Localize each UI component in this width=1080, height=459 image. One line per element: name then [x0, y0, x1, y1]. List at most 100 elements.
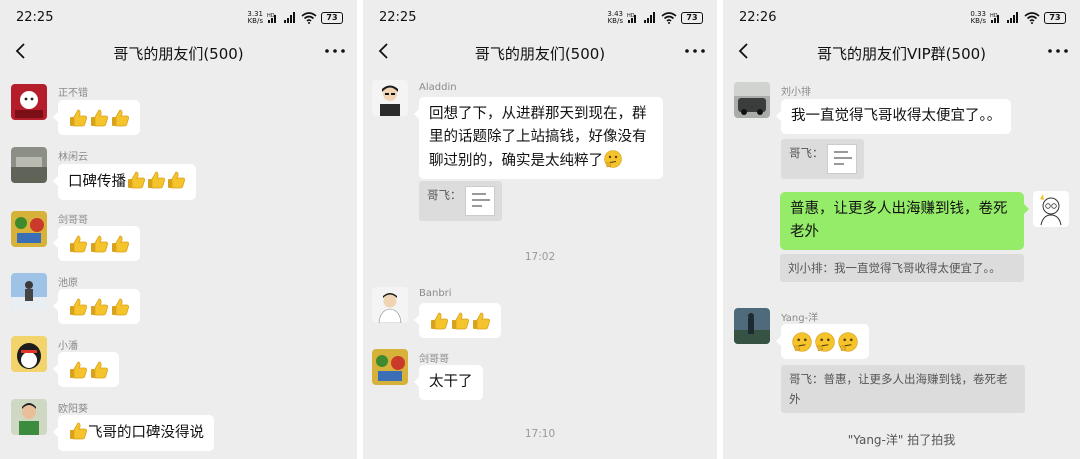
- thumbs-up-emoji-icon: [431, 312, 448, 329]
- chat-screen-2: 22:25 3.43 KB/s HD 73 哥飞的朋友们(500) Aladdin…: [363, 0, 717, 459]
- avatar[interactable]: [372, 349, 408, 385]
- avatar[interactable]: [11, 273, 47, 309]
- message-bubble[interactable]: 我一直觉得飞哥收得太便宜了。。: [775, 99, 1012, 134]
- chat-header: 哥飞的朋友们(500): [363, 34, 717, 72]
- message-text: 太干了: [429, 374, 473, 390]
- thumbs-up-emoji-icon: [112, 298, 129, 315]
- message-text: 普惠，让更多人出海赚到钱，卷死老外: [790, 201, 1008, 240]
- back-arrow-icon[interactable]: [12, 41, 32, 61]
- chat-title: 哥飞的朋友们VIP群(500): [816, 45, 987, 63]
- network-speed: 3.31 KB/s: [247, 10, 263, 25]
- thinking-face-emoji-icon: [815, 331, 835, 352]
- battery-indicator: 73: [321, 12, 343, 24]
- status-time: 22:26: [739, 10, 777, 25]
- signal-icon: HD: [267, 12, 295, 23]
- message-bubble[interactable]: [776, 324, 869, 359]
- quoted-reply[interactable]: 哥飞：普惠，让更多人出海赚到钱，卷死老外: [781, 365, 1025, 413]
- timestamp: 17:10: [524, 428, 556, 440]
- network-speed: 0.33 KB/s: [970, 10, 986, 25]
- message-bubble[interactable]: [53, 100, 140, 135]
- quoted-reply[interactable]: 哥飞：: [781, 139, 864, 179]
- wifi-icon: [301, 12, 317, 24]
- timestamp: 17:02: [524, 251, 556, 263]
- thinking-face-emoji-icon: [792, 331, 812, 352]
- my-avatar[interactable]: [1033, 191, 1069, 227]
- more-dots-icon[interactable]: [683, 41, 707, 61]
- status-bar: 22:26 0.33 KB/s HD 73: [723, 0, 1080, 34]
- sender-name: 正不错: [58, 88, 88, 99]
- message-bubble[interactable]: [53, 352, 119, 387]
- thumbs-up-emoji-icon: [91, 235, 108, 252]
- thumbs-up-emoji-icon: [70, 361, 87, 378]
- thumbs-up-emoji-icon: [168, 171, 185, 189]
- avatar[interactable]: [372, 287, 408, 323]
- thumbs-up-emoji-icon: [148, 171, 165, 189]
- message-text: 我一直觉得飞哥收得太便宜了。。: [791, 108, 1002, 124]
- chat-title: 哥飞的朋友们(500): [113, 45, 244, 63]
- thumbs-up-emoji-icon: [91, 109, 108, 126]
- quoted-image-thumbnail[interactable]: [465, 186, 495, 216]
- thumbs-up-emoji-icon: [70, 235, 87, 252]
- chat-header: 哥飞的朋友们(500): [0, 34, 357, 72]
- thumbs-up-emoji-icon: [112, 109, 129, 126]
- sender-name: 欧阳葵: [58, 404, 88, 415]
- svg-text:HD: HD: [267, 13, 275, 19]
- sender-name: Aladdin: [419, 82, 457, 93]
- chat-title: 哥飞的朋友们(500): [474, 45, 606, 63]
- message-bubble[interactable]: 口碑传播: [53, 164, 196, 200]
- avatar[interactable]: [734, 82, 770, 118]
- back-arrow-icon[interactable]: [735, 41, 755, 61]
- avatar[interactable]: [734, 308, 770, 344]
- sender-name: Yang-洋: [781, 313, 819, 324]
- sender-name: 剑哥哥: [58, 215, 88, 226]
- avatar[interactable]: [11, 211, 47, 247]
- thumbs-up-emoji-icon: [452, 312, 469, 329]
- sender-name: 剑哥哥: [419, 354, 449, 365]
- message-bubble[interactable]: 飞哥的口碑没得说: [53, 415, 214, 451]
- message-text: 飞哥的口碑没得说: [88, 425, 204, 441]
- thumbs-up-emoji-icon: [128, 171, 145, 189]
- wifi-icon: [661, 12, 677, 24]
- chat-header: 哥飞的朋友们VIP群(500): [723, 34, 1080, 72]
- status-bar: 22:25 3.43 KB/s HD 73: [363, 0, 717, 34]
- quoted-reply[interactable]: 哥飞：: [419, 181, 502, 221]
- sender-name: 刘小排: [781, 87, 811, 98]
- wifi-icon: [1024, 12, 1040, 24]
- network-speed: 3.43 KB/s: [607, 10, 623, 25]
- thumbs-up-emoji-icon: [70, 109, 87, 126]
- avatar[interactable]: [11, 399, 47, 435]
- quoted-reply[interactable]: 刘小排：我一直觉得飞哥收得太便宜了。。: [780, 254, 1024, 282]
- my-message-bubble[interactable]: 普惠，让更多人出海赚到钱，卷死老外: [780, 192, 1029, 250]
- sender-name: Banbri: [419, 288, 452, 299]
- svg-text:HD: HD: [990, 13, 998, 19]
- message-bubble[interactable]: [53, 226, 140, 261]
- quote-label: 哥飞：: [427, 188, 462, 202]
- avatar[interactable]: [372, 80, 408, 116]
- message-bubble[interactable]: [53, 289, 140, 324]
- message-bubble[interactable]: 太干了: [414, 365, 483, 400]
- thumbs-up-emoji-icon: [70, 422, 87, 440]
- quoted-image-thumbnail[interactable]: [827, 144, 857, 174]
- pat-system-message: "Yang-洋" 拍了拍我: [847, 433, 956, 447]
- avatar[interactable]: [11, 147, 47, 183]
- avatar[interactable]: [11, 84, 47, 120]
- battery-indicator: 73: [681, 12, 703, 24]
- thumbs-up-emoji-icon: [70, 298, 87, 315]
- back-arrow-icon[interactable]: [375, 41, 395, 61]
- more-dots-icon[interactable]: [1046, 41, 1070, 61]
- thumbs-up-row: [68, 295, 130, 318]
- status-time: 22:25: [379, 10, 417, 25]
- signal-icon: HD: [627, 12, 655, 23]
- emoji-row: [791, 330, 859, 353]
- sender-name: 林闲云: [58, 152, 88, 163]
- thumbs-up-row: [68, 358, 109, 381]
- thumbs-up-row: [68, 232, 130, 255]
- thumbs-up-emoji-icon: [91, 298, 108, 315]
- message-bubble[interactable]: 回想了下，从进群那天到现在，群里的话题除了上站搞钱，好像没有聊过别的，确实是太纯…: [414, 97, 663, 179]
- thumbs-up-emoji-icon: [91, 361, 108, 378]
- avatar[interactable]: [11, 336, 47, 372]
- more-dots-icon[interactable]: [323, 41, 347, 61]
- thinking-face-emoji-icon: [838, 331, 858, 352]
- message-bubble[interactable]: [414, 303, 501, 338]
- quote-label: 哥飞：: [789, 146, 824, 160]
